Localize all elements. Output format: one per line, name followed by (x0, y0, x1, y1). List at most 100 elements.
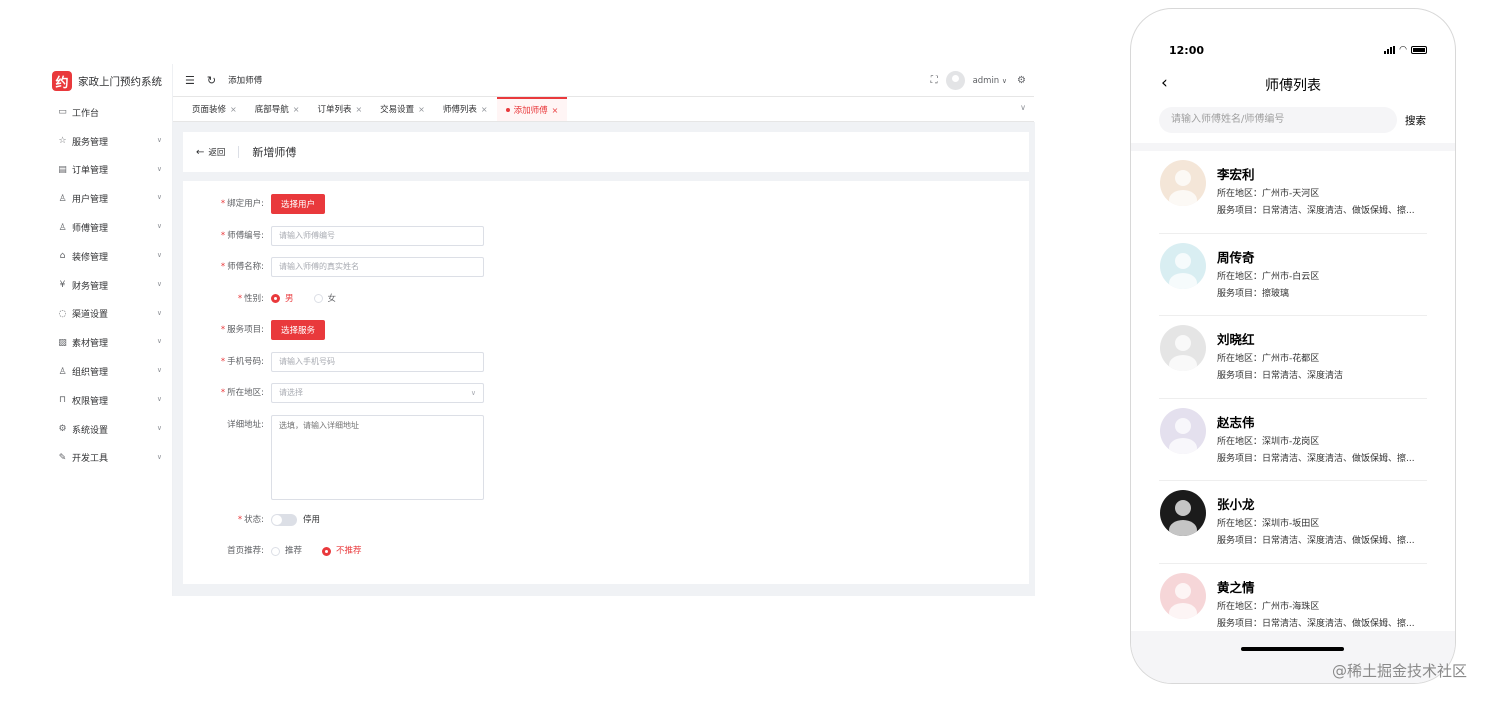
worker-no-input[interactable]: 请输入师傅编号 (271, 225, 484, 246)
refresh-icon[interactable]: ↻ (207, 74, 216, 87)
tab-1[interactable]: 底部导航 × (246, 97, 309, 121)
sidebar-item-12[interactable]: ✎ 开发工具 ∨ (44, 444, 172, 473)
recommend-radio-yes[interactable]: 推荐 (271, 541, 302, 561)
sidebar-item-4[interactable]: ♙ 师傅管理 ∨ (44, 213, 172, 242)
sidebar-item-2[interactable]: ▤ 订单管理 ∨ (44, 156, 172, 185)
topbar-right: ⛶ admin ∨ ⚙ (931, 71, 1026, 90)
worker-services: 服务项目：擦玻璃 (1217, 288, 1290, 299)
sidebar-item-8[interactable]: ▨ 素材管理 ∨ (44, 328, 172, 357)
sidebar-item-label: 用户管理 (72, 195, 109, 206)
sidebar-item-9[interactable]: ♙ 组织管理 ∨ (44, 357, 172, 386)
region-select[interactable]: 请选择 ∨ (271, 383, 484, 403)
sidebar-item-label: 素材管理 (72, 339, 109, 350)
mobile-navbar: ‹ 师傅列表 (1131, 71, 1455, 99)
sidebar-item-6[interactable]: ¥ 财务管理 ∨ (44, 271, 172, 300)
sidebar-item-7[interactable]: ◌ 渠道设置 ∨ (44, 300, 172, 329)
label-recommend: 首页推荐: (227, 546, 264, 556)
tabs-more-icon[interactable]: ∨ (1020, 103, 1026, 112)
worker-area: 所在地区：广州市-白云区 (1217, 271, 1320, 282)
address-textarea[interactable] (271, 414, 484, 500)
worker-avatar (1160, 242, 1206, 289)
worker-name: 黄之情 (1217, 579, 1255, 595)
tab-label: 底部导航 (254, 105, 289, 115)
worker-name: 张小龙 (1217, 497, 1255, 512)
tab-3[interactable]: 交易设置 × (371, 97, 434, 121)
worker-card[interactable]: 赵志伟 所在地区：深圳市-龙岗区 服务项目：日常清洁、深度清洁、做饭保姆、擦... (1159, 399, 1427, 481)
chevron-down-icon: ∨ (156, 164, 162, 173)
worker-card[interactable]: 周传奇 所在地区：广州市-白云区 服务项目：擦玻璃 (1159, 234, 1427, 316)
form-row-recommend: 首页推荐: 推荐 不推荐 (183, 541, 1029, 573)
sidebar-item-label: 财务管理 (72, 281, 109, 292)
user-name: admin (972, 75, 1000, 86)
form-row-service: * 服务项目: 选择服务 (183, 320, 1029, 352)
worker-name: 赵志伟 (1217, 414, 1255, 430)
search-button[interactable]: 搜索 (1405, 113, 1426, 128)
fullscreen-icon[interactable]: ⛶ (931, 75, 938, 86)
tabs: 页面装修 × 底部导航 × 订单列表 × 交易设置 × 师傅列表 × 添加师傅 × (183, 97, 568, 121)
worker-services: 服务项目：日常清洁、深度清洁 (1217, 371, 1344, 381)
worker-card[interactable]: 张小龙 所在地区：深圳市-坂田区 服务项目：日常清洁、深度清洁、做饭保姆、擦... (1159, 481, 1427, 564)
status-switch[interactable] (271, 513, 297, 526)
worker-list: 李宏利 所在地区：广州市-天河区 服务项目：日常清洁、深度清洁、做饭保姆、擦... 周… (1159, 151, 1427, 646)
avatar[interactable] (945, 71, 965, 90)
sidebar-item-5[interactable]: ⌂ 装修管理 ∨ (44, 242, 172, 271)
sidebar-item-label: 工作台 (72, 108, 100, 119)
page-header: ← 返回 新增师傅 (183, 132, 1029, 172)
select-service-button[interactable]: 选择服务 (271, 320, 326, 340)
form-card: * 绑定用户: 选择用户 * 师傅编号: 请输入师傅编号 * 师傅名称: 请输入师傅的… (183, 181, 1029, 584)
worker-avatar (1160, 160, 1206, 206)
worker-avatar (1160, 572, 1206, 619)
gear-icon: ⚙ (58, 424, 67, 435)
tab-5[interactable]: 添加师傅 × (496, 97, 568, 121)
form-row-gender: * 性别: 男 女 (183, 289, 1029, 321)
system-icons: ◠ (1384, 45, 1427, 55)
home-indicator[interactable] (1241, 647, 1344, 651)
phone-input[interactable]: 请输入手机号码 (271, 351, 484, 372)
chevron-down-icon: ∨ (156, 193, 162, 202)
logo-icon: 约 (52, 71, 72, 91)
close-icon[interactable]: × (230, 105, 237, 114)
sidebar-item-10[interactable]: ⊓ 权限管理 ∨ (44, 386, 172, 415)
close-icon[interactable]: × (552, 106, 559, 115)
settings-icon[interactable]: ⚙ (1017, 75, 1026, 86)
worker-search-input[interactable]: 请输入师傅姓名/师傅编号 (1159, 107, 1397, 133)
sidebar-item-label: 师傅管理 (72, 224, 109, 235)
back-button[interactable]: ← 返回 (196, 146, 225, 159)
gender-radio-female[interactable]: 女 (313, 289, 336, 309)
worker-services: 服务项目：日常清洁、深度清洁、做饭保姆、擦... (1217, 206, 1415, 216)
worker-services: 服务项目：日常清洁、深度清洁、做饭保姆、擦... (1217, 618, 1415, 629)
worker-name: 李宏利 (1217, 167, 1255, 182)
close-icon[interactable]: × (418, 105, 425, 114)
close-icon[interactable]: × (481, 105, 488, 114)
worker-card[interactable]: 李宏利所在地区：广州市-天河区服务项目：日常清洁、深度清洁、做饭保姆、擦... (1159, 151, 1427, 234)
tab-0[interactable]: 页面装修 × (183, 97, 246, 121)
form-row-worker-no: * 师傅编号: 请输入师傅编号 (183, 225, 1029, 258)
worker-card[interactable]: 刘晓红 所在地区：广州市-花都区 服务项目：日常清洁、深度清洁 (1159, 316, 1427, 399)
worker-area: 所在地区：深圳市-坂田区 (1217, 519, 1320, 529)
worker-name-input[interactable]: 请输入师傅的真实姓名 (271, 257, 484, 277)
sidebar-item-1[interactable]: ☆ 服务管理 ∨ (44, 127, 172, 156)
worker-avatar (1160, 325, 1206, 371)
active-dot-icon (505, 108, 510, 112)
gender-radio-male[interactable]: 男 (271, 289, 294, 309)
worker-area: 所在地区：广州市-天河区 (1217, 189, 1320, 199)
tab-2[interactable]: 订单列表 × (308, 97, 371, 121)
recommend-radio-no[interactable]: 不推荐 (322, 541, 362, 561)
chevron-down-icon: ∨ (156, 279, 162, 288)
close-icon[interactable]: × (293, 105, 300, 114)
sidebar: 约 家政上门预约系统 ▭ 工作台 ☆ 服务管理 ∨ ▤ 订单管理 ∨ ♙ 用户管理 ∨ ♙ 师傅管理 ∨ ⌂… (44, 64, 172, 596)
sidebar-item-3[interactable]: ♙ 用户管理 ∨ (44, 184, 172, 213)
sidebar-item-11[interactable]: ⚙ 系统设置 ∨ (44, 415, 172, 444)
label-service: * 服务项目: (220, 325, 264, 335)
battery-icon (1411, 46, 1427, 54)
close-icon[interactable]: × (355, 105, 362, 114)
chevron-down-icon: ∨ (156, 394, 162, 403)
sidebar-item-0[interactable]: ▭ 工作台 (44, 98, 172, 127)
select-user-button[interactable]: 选择用户 (271, 194, 326, 214)
tab-label: 交易设置 (380, 105, 415, 115)
sidebar-item-label: 装修管理 (72, 252, 109, 263)
tab-4[interactable]: 师傅列表 × (434, 97, 497, 121)
user-menu[interactable]: admin ∨ (973, 76, 1007, 86)
sidebar-item-label: 渠道设置 (72, 310, 109, 321)
menu-toggle-icon[interactable]: ☰ (185, 74, 195, 87)
